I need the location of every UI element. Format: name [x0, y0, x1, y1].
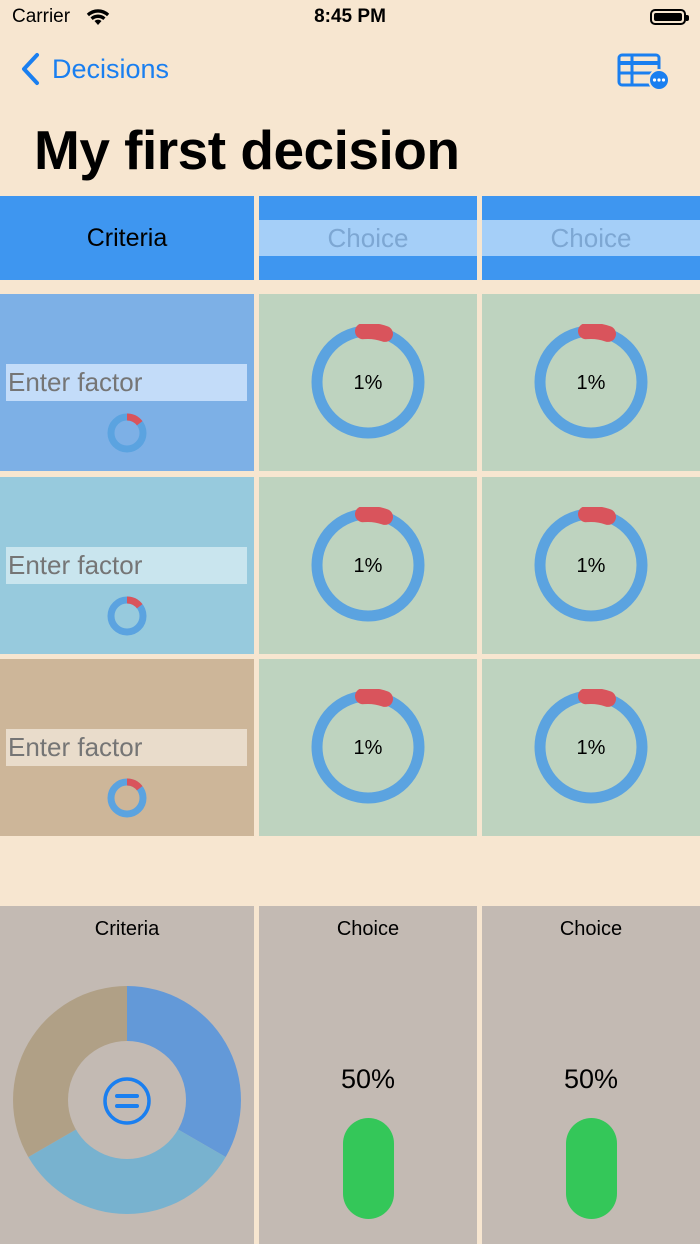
criteria-header-label: Criteria [86, 223, 168, 252]
score-percent: 1% [353, 555, 383, 577]
score-percent: 1% [576, 372, 606, 394]
factor-weight-ring[interactable] [105, 776, 149, 820]
score-cell[interactable]: 1% [259, 659, 477, 836]
score-percent: 1% [576, 737, 606, 759]
criteria-summary-title: Criteria [94, 918, 160, 940]
choice-summary-2: Choice 50% [482, 906, 700, 1244]
choice-summary-percent: 50% [563, 1064, 619, 1094]
back-label: Decisions [52, 53, 170, 84]
factor-input[interactable] [6, 547, 247, 584]
score-cell[interactable]: 1% [482, 659, 700, 836]
choice-score-bar [343, 1118, 394, 1219]
choice-summary-title: Choice [336, 918, 400, 940]
factor-weight-ring[interactable] [105, 594, 149, 638]
table-options-icon[interactable] [616, 52, 672, 92]
factor-input[interactable] [6, 364, 247, 401]
score-cell[interactable]: 1% [482, 477, 700, 654]
score-cell[interactable]: 1% [482, 294, 700, 471]
choice-score-bar [566, 1118, 617, 1219]
choice-summary-1: Choice 50% [259, 906, 477, 1244]
back-button[interactable]: Decisions [20, 52, 169, 86]
criteria-header: Criteria [0, 196, 254, 280]
score-cell[interactable]: 1% [259, 294, 477, 471]
choice-name-input[interactable] [259, 220, 477, 256]
score-percent: 1% [353, 737, 383, 759]
criteria-summary: Criteria [0, 906, 254, 1244]
choice-header-2 [482, 196, 700, 280]
choice-header-1 [259, 196, 477, 280]
choice-summary-title: Choice [559, 918, 623, 940]
page-title: My first decision [34, 119, 460, 181]
factor-cell [0, 294, 254, 471]
factor-cell [0, 659, 254, 836]
equals-circle-icon[interactable] [102, 1076, 152, 1126]
factor-input[interactable] [6, 729, 247, 766]
choice-name-input[interactable] [482, 220, 700, 256]
chevron-left-icon [22, 53, 39, 85]
factor-cell [0, 477, 254, 654]
score-percent: 1% [353, 372, 383, 394]
clock: 8:45 PM [314, 6, 386, 27]
choice-summary-percent: 50% [340, 1064, 396, 1094]
battery-icon [650, 9, 689, 25]
score-cell[interactable]: 1% [259, 477, 477, 654]
factor-weight-ring[interactable] [105, 411, 149, 455]
score-percent: 1% [576, 555, 606, 577]
